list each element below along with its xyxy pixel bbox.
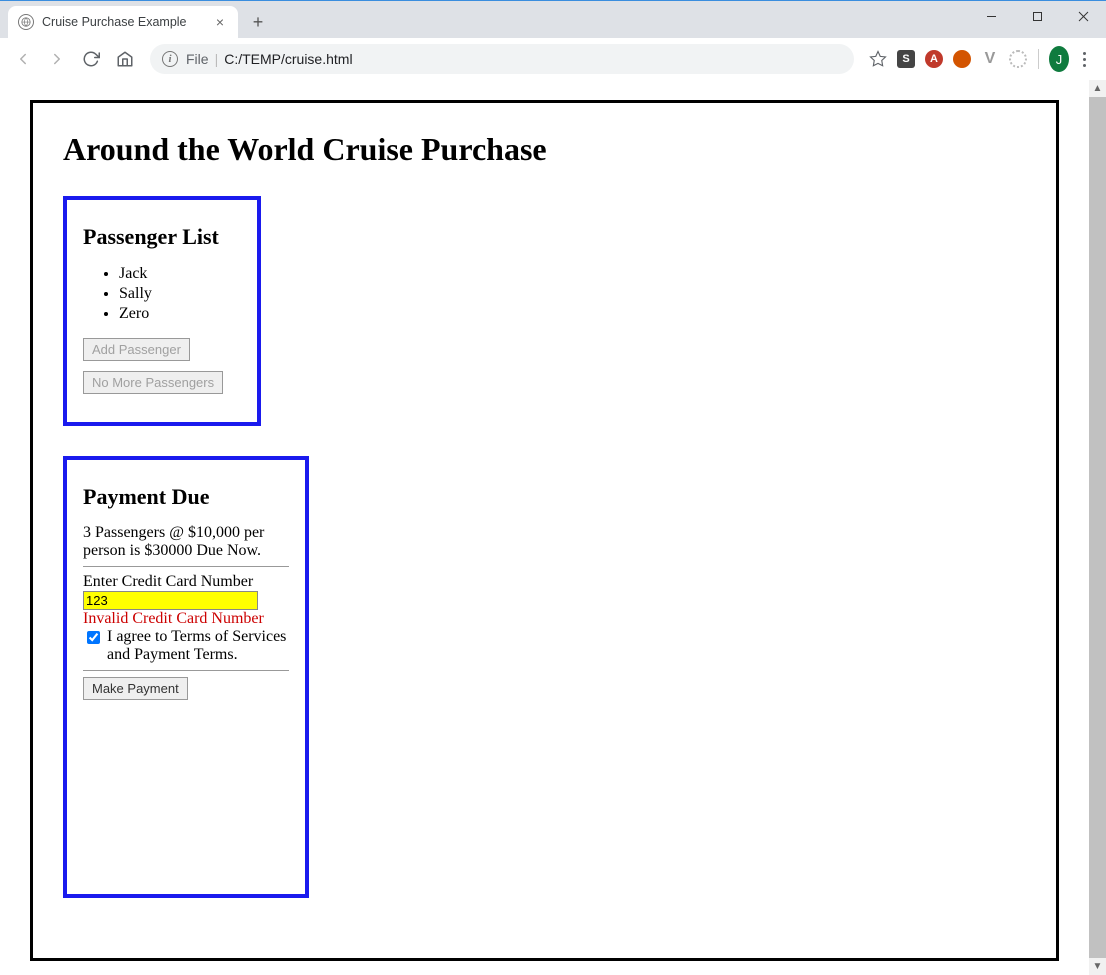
passenger-panel: Passenger List Jack Sally Zero Add Passe… [63,196,261,426]
list-item: Zero [119,304,241,324]
url-separator: | [215,51,219,67]
page-border: Around the World Cruise Purchase Passeng… [30,100,1059,961]
browser-tab[interactable]: Cruise Purchase Example × [8,6,238,38]
scroll-up-arrow[interactable]: ▲ [1089,80,1106,97]
extension-icon-2[interactable]: A [924,49,944,69]
viewport: Around the World Cruise Purchase Passeng… [0,80,1106,975]
cc-error: Invalid Credit Card Number [83,610,289,628]
payment-panel: Payment Due 3 Passengers @ $10,000 per p… [63,456,309,898]
vertical-scrollbar[interactable]: ▲ ▼ [1089,80,1106,975]
list-item: Sally [119,284,241,304]
forward-button[interactable] [42,44,72,74]
url-path: C:/TEMP/cruise.html [224,51,352,67]
add-passenger-button[interactable]: Add Passenger [83,338,190,361]
reload-button[interactable] [76,44,106,74]
cc-label: Enter Credit Card Number [83,573,289,591]
scroll-thumb[interactable] [1089,97,1106,958]
window-close-button[interactable] [1060,1,1106,31]
list-item: Jack [119,264,241,284]
toolbar-divider [1038,49,1039,69]
globe-icon [18,14,34,30]
window-controls [968,1,1106,31]
no-more-passengers-button[interactable]: No More Passengers [83,371,223,394]
scroll-down-arrow[interactable]: ▼ [1089,958,1106,975]
divider [83,670,289,671]
new-tab-button[interactable]: + [244,8,272,36]
page: Around the World Cruise Purchase Passeng… [0,80,1089,975]
agree-checkbox[interactable] [87,631,100,644]
tab-title: Cruise Purchase Example [42,15,212,29]
payment-panel-title: Payment Due [83,484,289,510]
minimize-button[interactable] [968,1,1014,31]
page-title: Around the World Cruise Purchase [63,131,1026,168]
browser-chrome: Cruise Purchase Example × + i File | C:/… [0,0,1106,80]
extension-icon-4[interactable]: V [980,49,1000,69]
make-payment-button[interactable]: Make Payment [83,677,188,700]
extension-icon-3[interactable] [952,49,972,69]
bookmark-star-icon[interactable] [868,49,888,69]
info-icon[interactable]: i [162,51,178,67]
tab-strip: Cruise Purchase Example × + [0,0,1106,38]
passenger-panel-title: Passenger List [83,224,241,250]
toolbar: i File | C:/TEMP/cruise.html S A V J [0,38,1106,80]
back-button[interactable] [8,44,38,74]
menu-button[interactable] [1077,52,1092,67]
payment-summary: 3 Passengers @ $10,000 per person is $30… [83,524,289,560]
address-bar[interactable]: i File | C:/TEMP/cruise.html [150,44,854,74]
profile-avatar[interactable]: J [1049,49,1069,69]
extension-icons: S A V J [868,49,1098,69]
passenger-list: Jack Sally Zero [83,264,241,324]
extension-icon-5[interactable] [1008,49,1028,69]
divider [83,566,289,567]
agree-row: I agree to Terms of Services and Payment… [83,628,289,664]
extension-icon-1[interactable]: S [896,49,916,69]
close-icon[interactable]: × [212,14,228,30]
maximize-button[interactable] [1014,1,1060,31]
agree-label: I agree to Terms of Services and Payment… [107,628,289,664]
cc-input[interactable] [83,591,258,610]
home-button[interactable] [110,44,140,74]
url-scheme: File [186,51,209,67]
